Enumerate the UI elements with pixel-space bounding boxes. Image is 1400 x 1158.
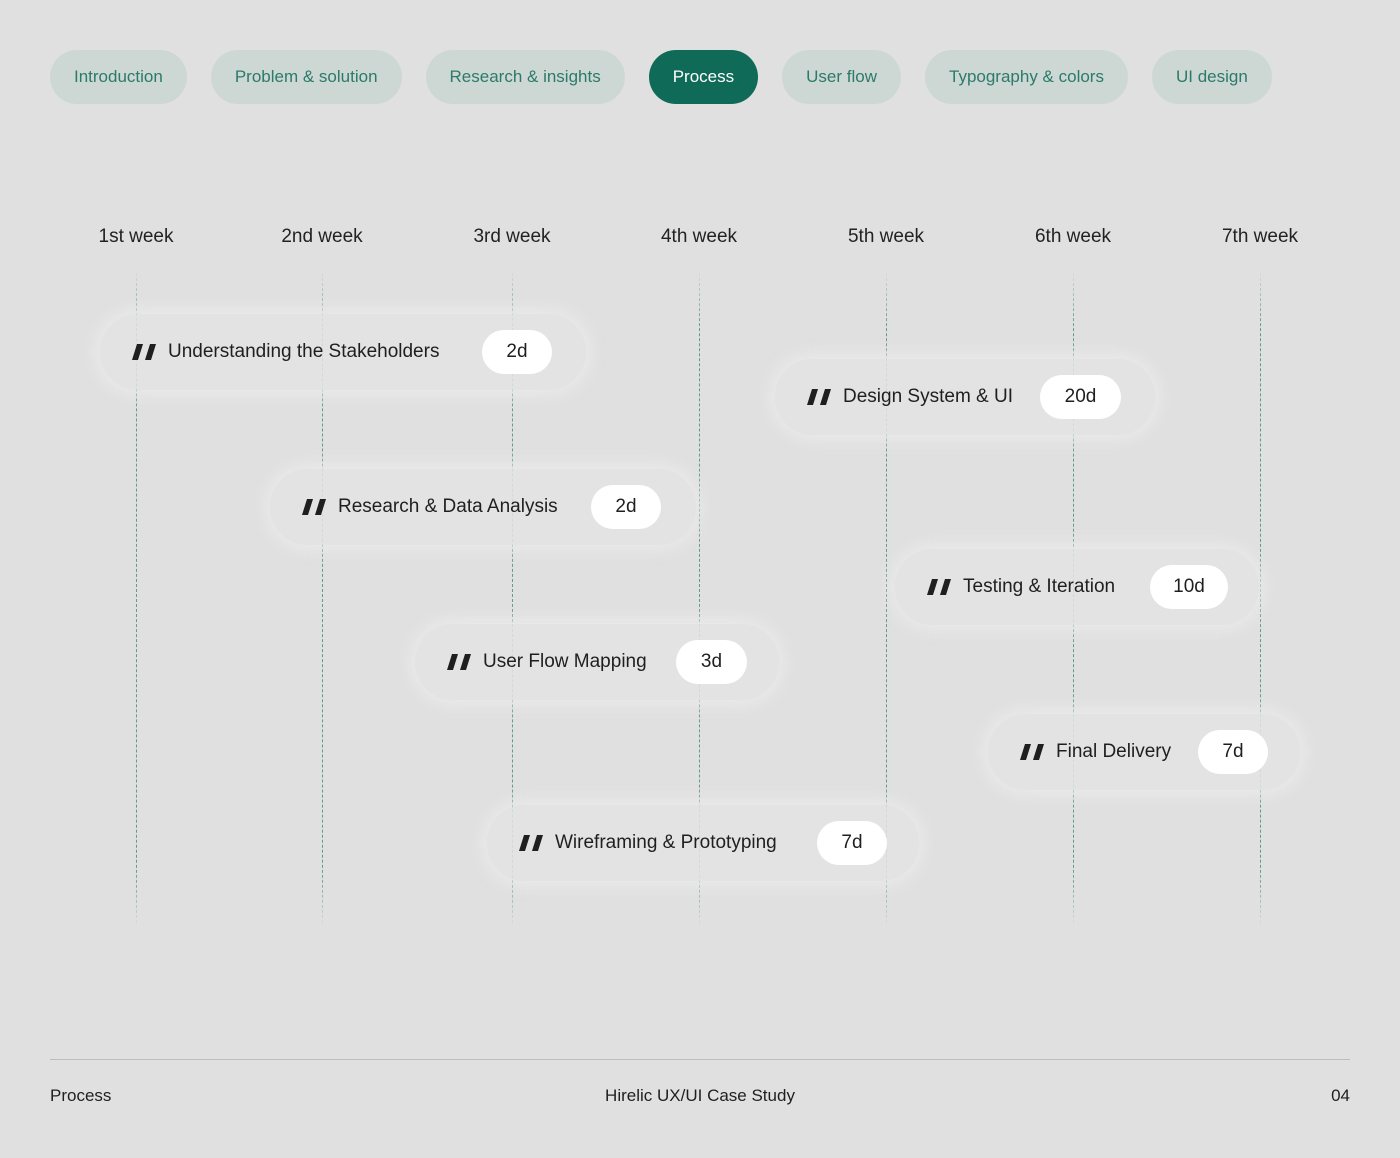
footer-page-number: 04 bbox=[1331, 1086, 1350, 1105]
week-label-3: 3rd week bbox=[473, 226, 551, 247]
task-duration-badge: 20d bbox=[1040, 375, 1121, 419]
footer-section-name: Process bbox=[50, 1086, 112, 1105]
task-name: Research & Data Analysis bbox=[338, 496, 558, 517]
week-label-2: 2nd week bbox=[281, 226, 363, 247]
week-label-7: 7th week bbox=[1221, 226, 1299, 247]
task-marker-icon bbox=[807, 389, 831, 405]
task-wireframing-prototyping: Wireframing & Prototyping 7d bbox=[487, 805, 919, 881]
tab-ui-design[interactable]: UI design bbox=[1151, 50, 1272, 104]
week-label-4: 4th week bbox=[660, 226, 738, 247]
section-nav: Introduction Problem & solution Research… bbox=[50, 50, 1272, 104]
task-research-data-analysis: Research & Data Analysis 2d bbox=[270, 469, 696, 545]
task-name: Design System & UI bbox=[843, 386, 1013, 407]
task-marker-icon bbox=[519, 835, 543, 851]
footer-document-title: Hirelic UX/UI Case Study bbox=[605, 1086, 795, 1105]
task-user-flow-mapping: User Flow Mapping 3d bbox=[415, 624, 779, 700]
footer-divider bbox=[50, 1059, 1350, 1060]
task-duration-badge: 2d bbox=[482, 330, 552, 374]
week-label-5: 5th week bbox=[847, 226, 925, 247]
task-name: Understanding the Stakeholders bbox=[168, 341, 440, 362]
task-name: Wireframing & Prototyping bbox=[555, 832, 777, 853]
task-design-system-ui: Design System & UI 20d bbox=[775, 359, 1155, 435]
task-duration-badge: 7d bbox=[1198, 730, 1268, 774]
task-marker-icon bbox=[447, 654, 471, 670]
tab-user-flow[interactable]: User flow bbox=[782, 50, 901, 104]
task-duration-badge: 10d bbox=[1150, 565, 1228, 609]
week-gridline-7 bbox=[1258, 268, 1264, 928]
tab-introduction[interactable]: Introduction bbox=[50, 50, 187, 104]
task-name: Final Delivery bbox=[1056, 741, 1172, 762]
task-marker-icon bbox=[132, 344, 156, 360]
task-duration-badge: 2d bbox=[591, 485, 661, 529]
task-marker-icon bbox=[302, 499, 326, 515]
task-understanding-stakeholders: Understanding the Stakeholders 2d bbox=[100, 314, 586, 390]
week-label-1: 1st week bbox=[98, 226, 174, 247]
task-testing-iteration: Testing & Iteration 10d bbox=[895, 549, 1259, 625]
task-duration-badge: 3d bbox=[676, 640, 747, 684]
task-final-delivery: Final Delivery 7d bbox=[988, 714, 1300, 790]
task-duration-badge: 7d bbox=[817, 821, 887, 865]
tab-research-insights[interactable]: Research & insights bbox=[425, 50, 625, 104]
task-name: User Flow Mapping bbox=[483, 651, 647, 672]
tab-process[interactable]: Process bbox=[648, 50, 759, 104]
tab-problem-solution[interactable]: Problem & solution bbox=[210, 50, 402, 104]
task-marker-icon bbox=[927, 579, 951, 595]
tab-typography-colors[interactable]: Typography & colors bbox=[925, 50, 1128, 104]
week-label-6: 6th week bbox=[1034, 226, 1112, 247]
task-marker-icon bbox=[1020, 744, 1044, 760]
task-name: Testing & Iteration bbox=[963, 576, 1116, 597]
